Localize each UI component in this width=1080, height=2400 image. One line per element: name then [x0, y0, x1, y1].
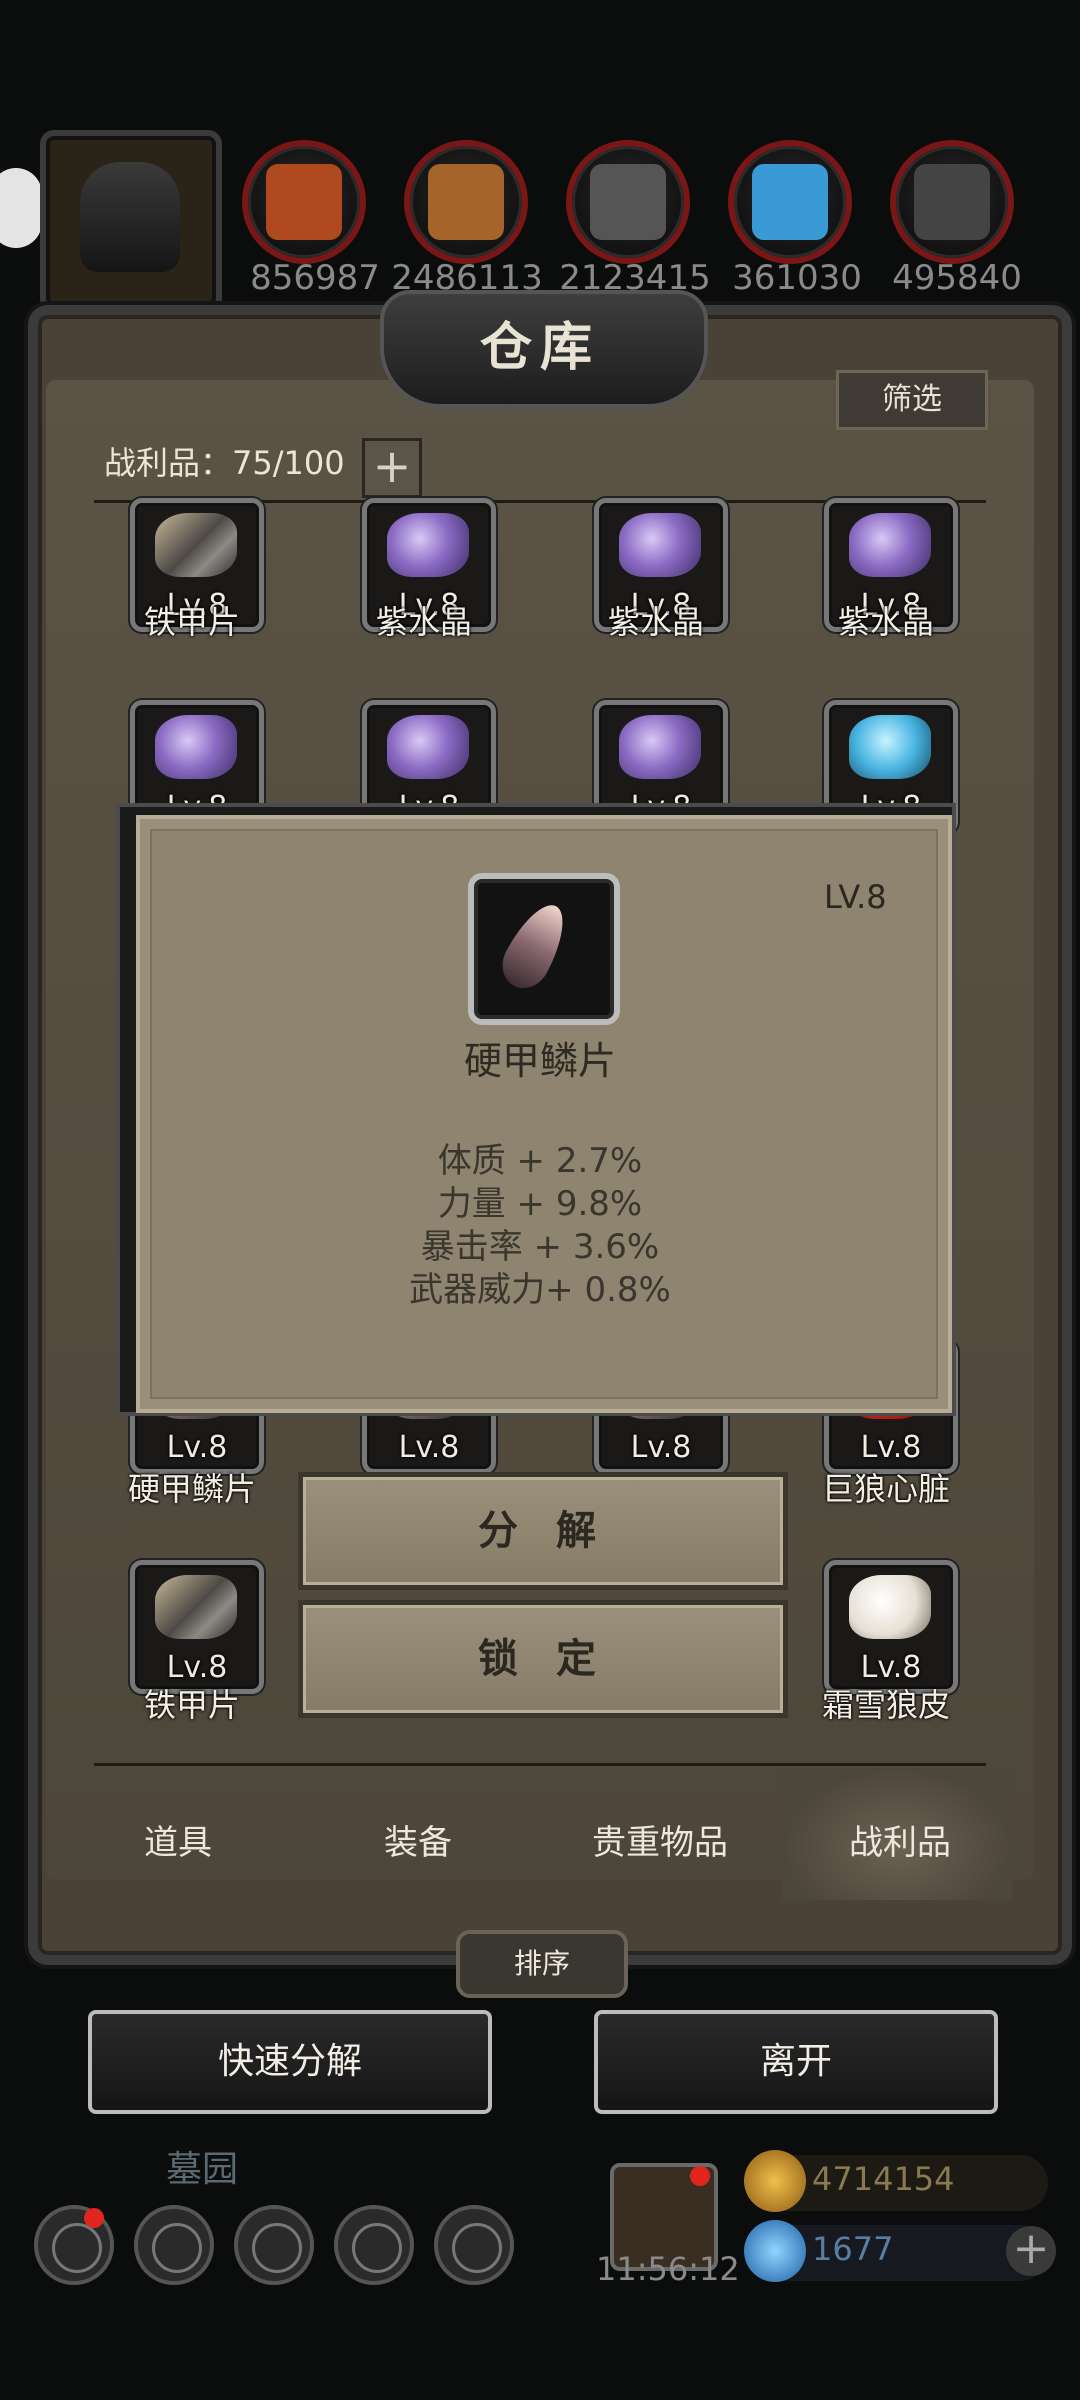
iron-plate-icon — [155, 513, 237, 577]
item-slot[interactable]: Lv.8 — [130, 1560, 264, 1694]
amethyst-icon — [387, 715, 469, 779]
mail-icon[interactable] — [334, 2205, 414, 2285]
add-gems-button[interactable]: + — [1006, 2226, 1056, 2276]
player-avatar[interactable] — [40, 130, 222, 312]
item-name: 铁甲片 — [143, 1686, 240, 1724]
amethyst-icon — [619, 715, 701, 779]
item-level: Lv.8 — [166, 1430, 228, 1465]
iron-icon — [890, 140, 1014, 264]
item-name: 紫水晶 — [607, 603, 704, 641]
tab-items[interactable]: 道具 — [78, 1815, 278, 1864]
guild-icon[interactable] — [434, 2205, 514, 2285]
iron-count: 495840 — [892, 258, 1022, 298]
gold-coin-icon — [744, 2150, 806, 2212]
frost-wolf-pelt-icon — [849, 1575, 931, 1639]
lock-button[interactable]: 锁 定 — [298, 1600, 788, 1718]
meat-count: 856987 — [250, 258, 380, 298]
hard-scale-icon — [493, 895, 577, 997]
stat-line: 武器威力+ 0.8% — [409, 1270, 671, 1310]
item-name: 硬甲鳞片 — [127, 1470, 256, 1508]
item-slot[interactable]: Lv.8 — [824, 1560, 958, 1694]
stone-icon — [566, 140, 690, 264]
tab-loot[interactable]: 战利品 — [800, 1815, 1000, 1864]
warehouse-title: 仓库 — [479, 318, 600, 378]
decompose-button[interactable]: 分 解 — [298, 1472, 788, 1590]
notification-dot — [690, 2166, 710, 2186]
popup-item-level: LV.8 — [824, 878, 887, 916]
leave-button[interactable]: 离开 — [594, 2010, 998, 2114]
popup-item-slot — [468, 873, 620, 1025]
helmet-icon — [80, 162, 180, 272]
gate-icon[interactable] — [234, 2205, 314, 2285]
filter-button[interactable]: 筛选 — [836, 370, 988, 430]
item-name: 巨狼心脏 — [821, 1470, 950, 1508]
gem-icon — [744, 2220, 806, 2282]
item-name: 铁甲片 — [143, 603, 240, 641]
notification-dot — [84, 2208, 104, 2228]
chat-button[interactable] — [0, 168, 42, 248]
item-name: 霜雪狼皮 — [821, 1686, 950, 1724]
tab-valuables[interactable]: 贵重物品 — [560, 1815, 760, 1864]
ice-crystal-icon — [849, 715, 931, 779]
item-name: 紫水晶 — [375, 603, 472, 641]
stat-line: 体质 + 2.7% — [437, 1141, 643, 1181]
wood-icon — [404, 140, 528, 264]
amethyst-icon — [387, 513, 469, 577]
quick-decompose-button[interactable]: 快速分解 — [88, 2010, 492, 2114]
crystal-icon — [728, 140, 852, 264]
meat-icon — [242, 140, 366, 264]
sort-button[interactable]: 排序 — [456, 1930, 628, 1998]
popup-item-name: 硬甲鳞片 — [463, 1039, 616, 1083]
item-name: 紫水晶 — [837, 603, 934, 641]
crystal-count: 361030 — [732, 258, 862, 298]
amethyst-icon — [155, 715, 237, 779]
iron-plate-icon — [155, 1575, 237, 1639]
expand-capacity-button[interactable]: + — [362, 438, 422, 498]
achievement-icon[interactable] — [134, 2205, 214, 2285]
loot-capacity: 战利品：75/100 — [104, 444, 345, 482]
gem-amount: 1677 — [812, 2230, 894, 2268]
gold-amount: 4714154 — [812, 2160, 955, 2198]
item-level: Lv.8 — [860, 1430, 922, 1465]
divider — [94, 1763, 986, 1766]
amethyst-icon — [619, 513, 701, 577]
item-level: Lv.8 — [630, 1430, 692, 1465]
amethyst-icon — [849, 513, 931, 577]
gift-timer: 11:56:12 — [596, 2250, 740, 2288]
stat-line: 暴击率 + 3.6% — [420, 1227, 660, 1267]
tab-equipment[interactable]: 装备 — [318, 1815, 518, 1864]
item-level: Lv.8 — [398, 1430, 460, 1465]
location-label: 墓园 — [166, 2149, 239, 2190]
stat-line: 力量 + 9.8% — [437, 1184, 643, 1224]
